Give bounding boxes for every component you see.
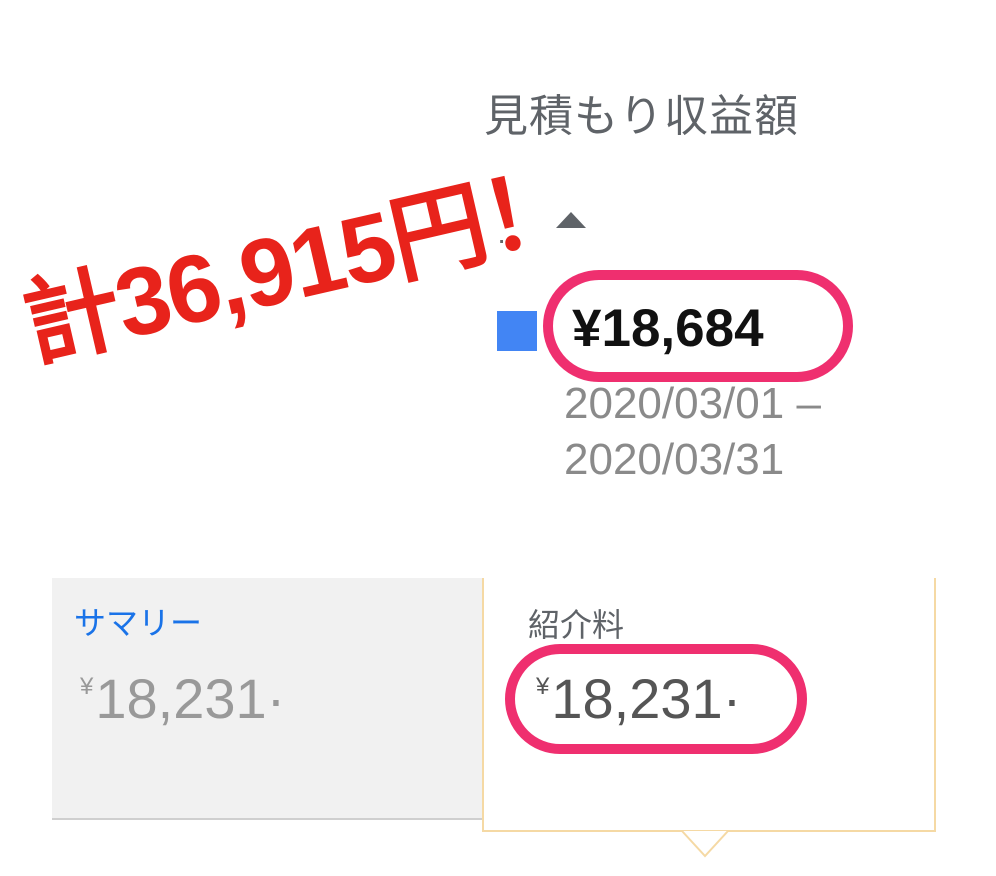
date-range: 2020/03/01 – 2020/03/31: [564, 376, 821, 488]
highlight-ring-fee: [505, 644, 807, 754]
tab-pointer-icon: [681, 830, 729, 858]
summary-tab-label: サマリー: [74, 604, 203, 642]
summary-tab[interactable]: サマリー ¥18,231·: [52, 578, 490, 820]
date-range-start: 2020/03/01 –: [564, 379, 821, 428]
legend-swatch: [497, 311, 537, 351]
summary-value: ¥18,231·: [80, 666, 285, 731]
summary-currency: ¥: [80, 673, 94, 700]
referral-fee-label: 紹介料: [528, 606, 625, 644]
date-range-end: 2020/03/31: [564, 435, 785, 484]
highlight-ring-estimate: [543, 270, 853, 382]
summary-amount: 18,231·: [95, 667, 286, 730]
